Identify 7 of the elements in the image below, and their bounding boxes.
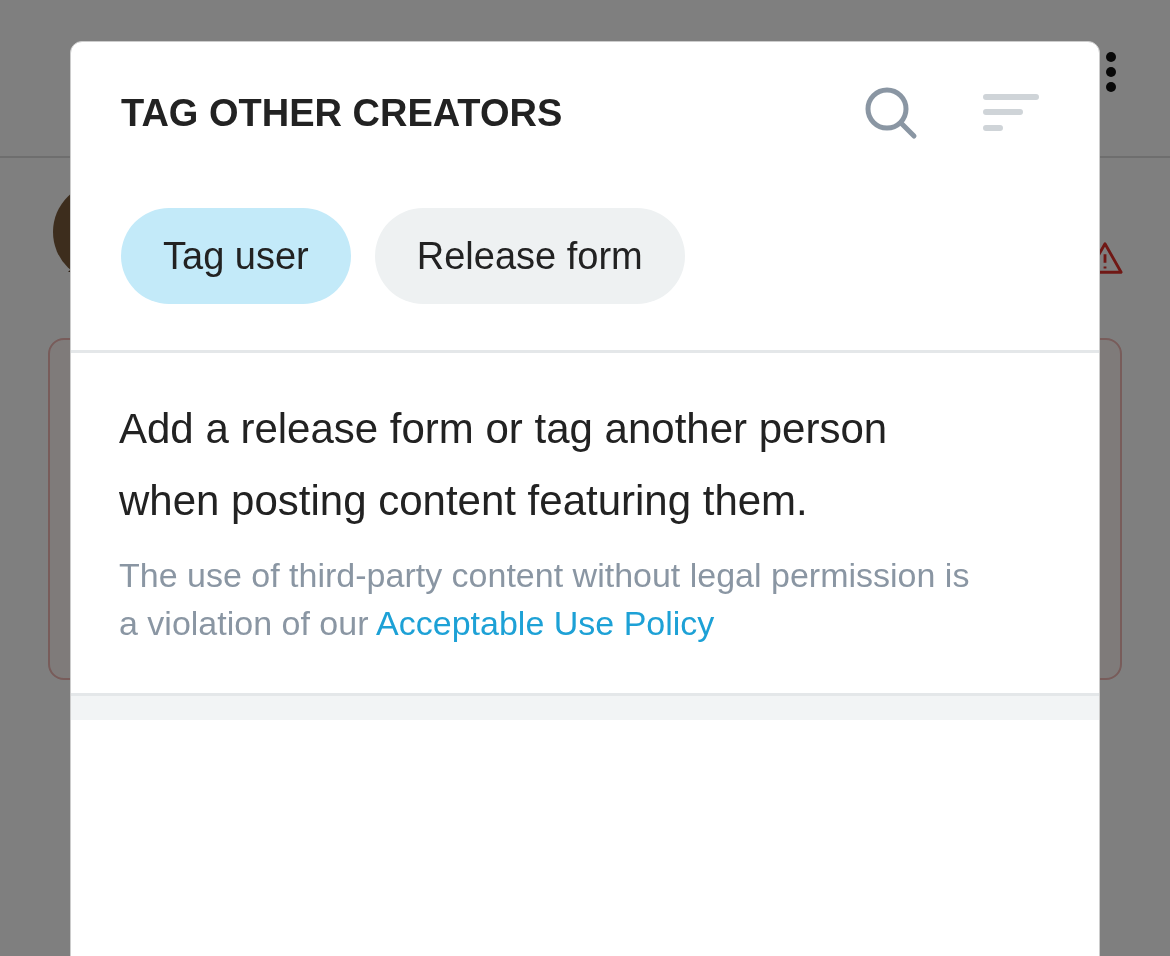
search-icon[interactable] <box>863 85 919 141</box>
dialog-title: TAG OTHER CREATORS <box>121 91 564 135</box>
policy-note: The use of third-party content without legal permission is a violation of our Acceptable Use Policy <box>119 555 971 644</box>
more-icon[interactable] <box>1104 52 1118 92</box>
tab[interactable]: Tag user <box>121 208 351 304</box>
tab[interactable]: Release form <box>374 208 685 304</box>
description-text: Add a release form or tag another person when posting content featuring them. <box>119 404 889 526</box>
